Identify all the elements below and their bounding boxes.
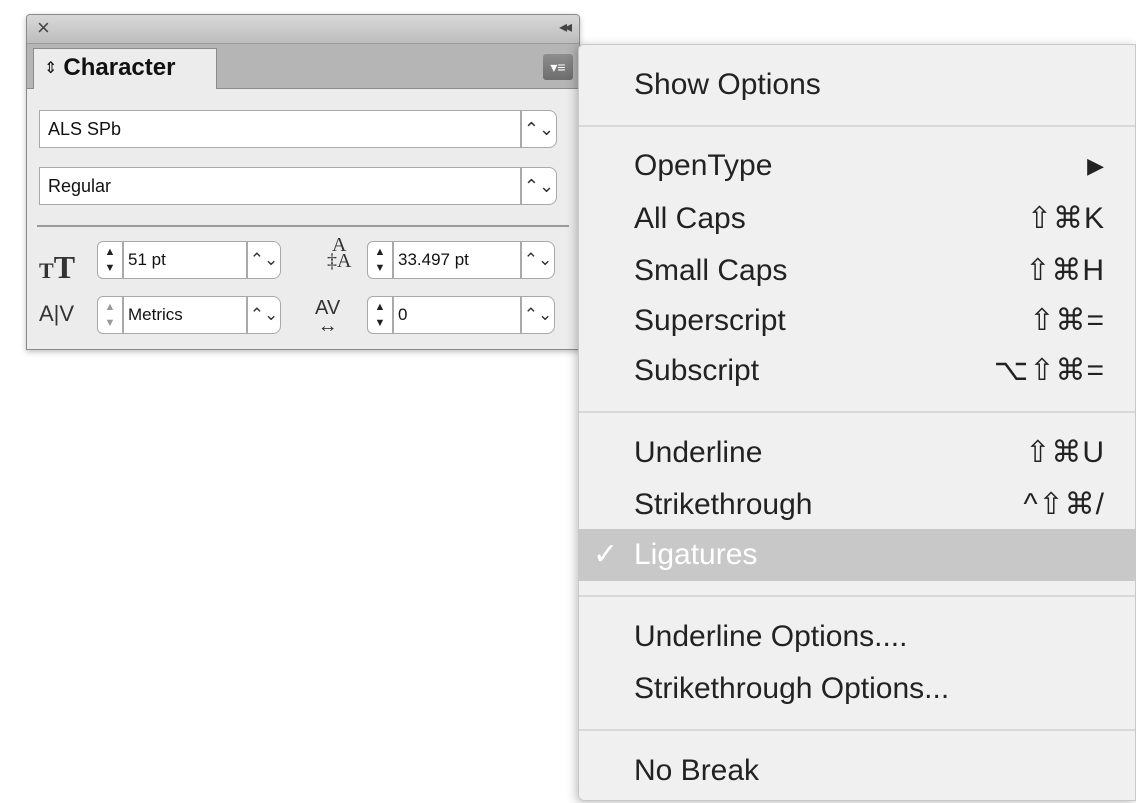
character-panel: × ◂◂ ⇕ Character ▾≡ ALS SPb ⌃⌄ Regular ⌃⌄… (26, 14, 580, 350)
menu-item-label: Small Caps (634, 254, 788, 287)
menu-item-label: OpenType (634, 149, 773, 182)
font-size-stepper[interactable]: ▲ ▼ (97, 241, 123, 279)
submenu-arrow-icon: ▶ (1087, 153, 1105, 178)
menu-item-no-break[interactable]: No Break (579, 745, 1135, 797)
panel-tab-row: ⇕ Character ▾≡ (27, 44, 579, 89)
panel-divider (37, 225, 569, 227)
kerning-field[interactable]: Metrics (123, 296, 247, 334)
menu-item-subscript[interactable]: Subscript ⌥⇧⌘= (579, 345, 1135, 397)
font-family-dropdown[interactable]: ⌃⌄ (521, 110, 557, 148)
leading-dropdown[interactable]: ⌃⌄ (521, 241, 555, 279)
kerning-dropdown[interactable]: ⌃⌄ (247, 296, 281, 334)
menu-item-label: All Caps (634, 202, 746, 235)
collapse-icon[interactable]: ◂◂ (559, 18, 572, 38)
menu-shortcut: ⇧⌘= (1029, 304, 1105, 337)
font-family-field[interactable]: ALS SPb (39, 110, 521, 148)
menu-item-strikethrough-options[interactable]: Strikethrough Options... (579, 663, 1135, 715)
check-icon: ✓ (593, 538, 619, 571)
menu-item-label: Subscript (634, 354, 760, 387)
menu-item-underline-options[interactable]: Underline Options.... (579, 611, 1135, 663)
menu-separator (579, 595, 1135, 597)
tracking-stepper[interactable]: ▲ ▼ (367, 296, 393, 334)
leading-icon: A ‡A (327, 234, 352, 272)
menu-shortcut: ^⇧⌘/ (1023, 488, 1105, 521)
panel-flyout-menu: Show Options OpenType ▶ All Caps ⇧⌘K Sma… (578, 44, 1136, 801)
tracking-field[interactable]: 0 (393, 296, 521, 334)
tracking-dropdown[interactable]: ⌃⌄ (521, 296, 555, 334)
menu-item-all-caps[interactable]: All Caps ⇧⌘K (579, 193, 1135, 245)
menu-item-underline[interactable]: Underline ⇧⌘U (579, 427, 1135, 479)
leading-field[interactable]: 33.497 pt (393, 241, 521, 279)
menu-shortcut: ⇧⌘K (1026, 202, 1105, 235)
tab-character[interactable]: ⇕ Character (33, 48, 217, 89)
tab-arrows-icon: ⇕ (44, 60, 58, 77)
close-icon[interactable]: × (37, 17, 50, 39)
font-style-field[interactable]: Regular (39, 167, 521, 205)
menu-item-small-caps[interactable]: Small Caps ⇧⌘H (579, 245, 1135, 297)
menu-item-opentype[interactable]: OpenType ▶ (579, 140, 1135, 192)
menu-separator (579, 411, 1135, 413)
leading-stepper[interactable]: ▲ ▼ (367, 241, 393, 279)
menu-item-label: Strikethrough Options... (634, 672, 950, 705)
menu-item-label: Ligatures (634, 538, 758, 571)
menu-item-superscript[interactable]: Superscript ⇧⌘= (579, 295, 1135, 347)
menu-item-ligatures[interactable]: ✓ Ligatures (579, 529, 1135, 581)
menu-item-label: Superscript (634, 304, 786, 337)
font-style-dropdown[interactable]: ⌃⌄ (521, 167, 557, 205)
menu-item-label: No Break (634, 754, 760, 787)
menu-shortcut: ⇧⌘U (1025, 436, 1105, 469)
kerning-stepper[interactable]: ▲ ▼ (97, 296, 123, 334)
menu-item-label: Underline Options.... (634, 620, 908, 653)
menu-item-show-options[interactable]: Show Options (579, 59, 1135, 111)
kerning-icon: A|V (39, 301, 75, 326)
font-size-dropdown[interactable]: ⌃⌄ (247, 241, 281, 279)
panel-menu-icon[interactable]: ▾≡ (543, 54, 573, 80)
font-size-field[interactable]: 51 pt (123, 241, 247, 279)
menu-item-label: Underline (634, 436, 763, 469)
menu-separator (579, 125, 1135, 127)
tracking-icon: AV ↔ (315, 297, 341, 337)
menu-separator (579, 729, 1135, 731)
menu-shortcut: ⇧⌘H (1025, 254, 1105, 287)
tab-label: Character (63, 54, 176, 81)
menu-shortcut: ⌥⇧⌘= (993, 354, 1105, 387)
menu-item-strikethrough[interactable]: Strikethrough ^⇧⌘/ (579, 479, 1135, 531)
font-size-icon: TT (39, 249, 76, 285)
menu-item-label: Strikethrough (634, 488, 813, 521)
panel-titlebar: × ◂◂ (27, 15, 579, 44)
menu-item-label: Show Options (634, 68, 821, 101)
